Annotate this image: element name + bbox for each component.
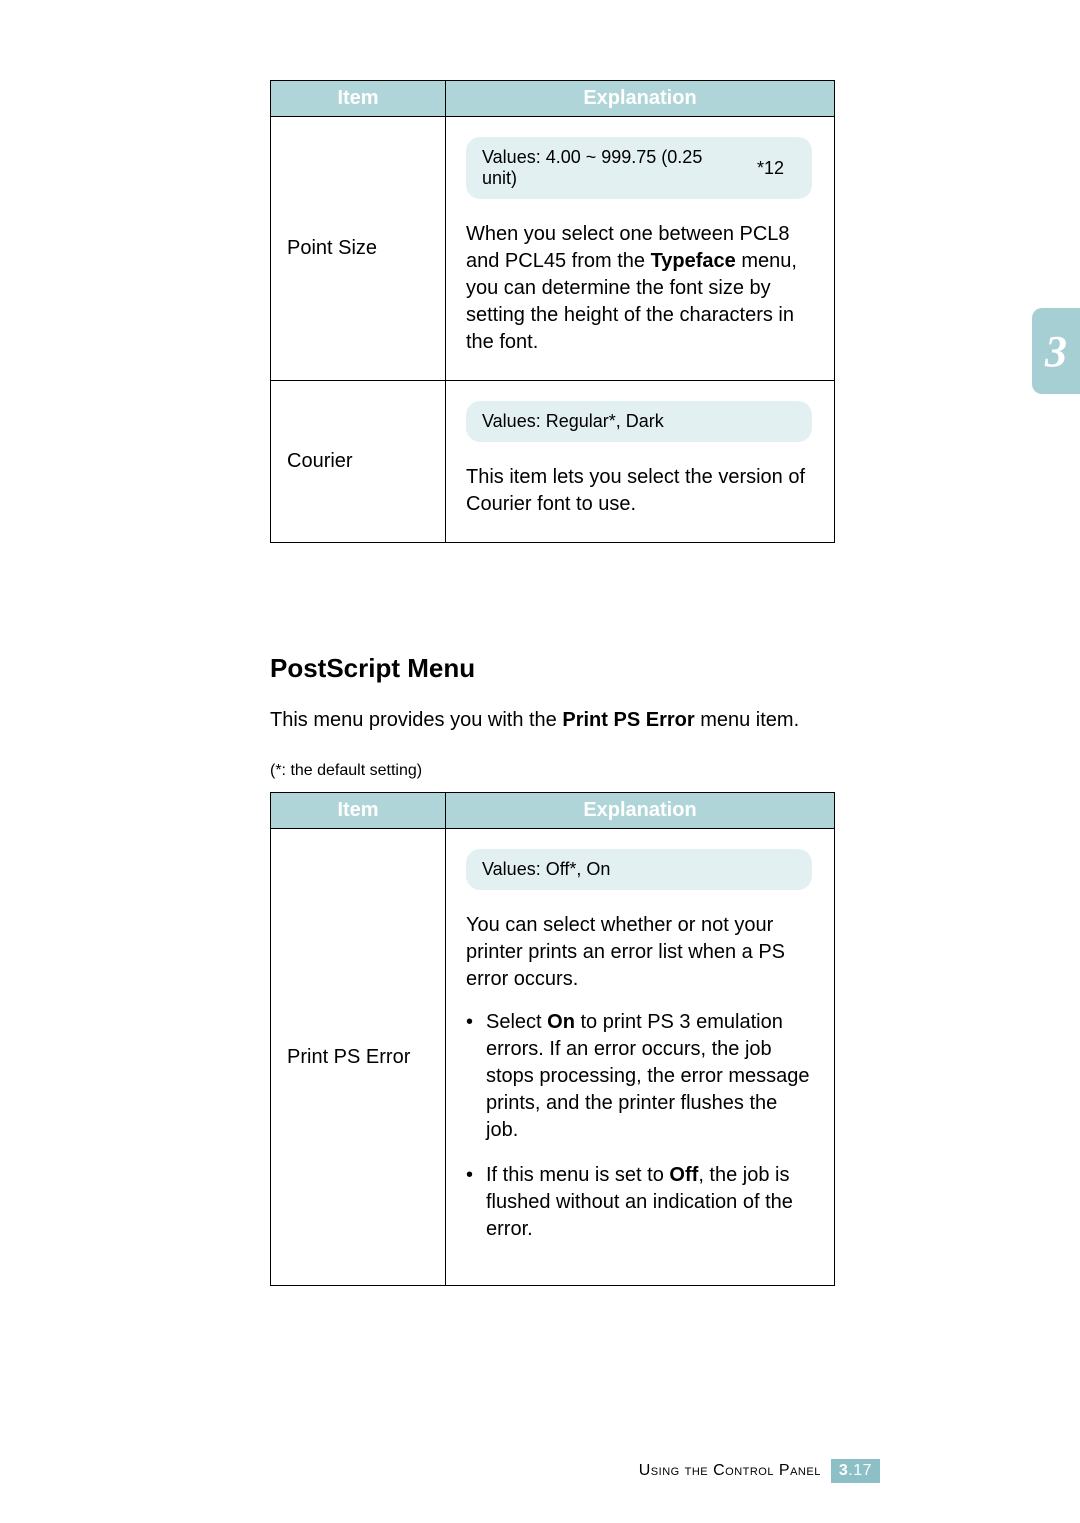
postscript-menu-table: Item Explanation Print PS Error Values: … — [270, 792, 835, 1286]
values-pill: Values: Off*, On — [466, 849, 812, 890]
list-item: If this menu is set to Off, the job is f… — [466, 1162, 812, 1243]
th-item: Item — [271, 793, 446, 829]
pcl-menu-table: Item Explanation Point Size Values: 4.00… — [270, 80, 835, 543]
values-text: Values: 4.00 ~ 999.75 (0.25 unit) — [482, 147, 729, 189]
description: When you select one between PCL8 and PCL… — [466, 221, 812, 356]
list-item: Select On to print PS 3 emulation errors… — [466, 1009, 812, 1144]
explanation-cell: Values: Regular*, Dark This item lets yo… — [446, 381, 835, 543]
item-cell: Courier — [271, 381, 446, 543]
table-row: Courier Values: Regular*, Dark This item… — [271, 381, 835, 543]
item-label: Point Size — [287, 237, 377, 259]
description: You can select whether or not your print… — [466, 912, 812, 993]
explanation-cell: Values: Off*, On You can select whether … — [446, 829, 835, 1286]
chapter-side-tab: 3 — [1032, 308, 1080, 394]
values-text: Values: Off*, On — [482, 859, 610, 880]
description: This item lets you select the version of… — [466, 464, 812, 518]
values-pill: Values: Regular*, Dark — [466, 401, 812, 442]
page-chip: 3.17 — [831, 1459, 880, 1483]
bullet-list: Select On to print PS 3 emulation errors… — [466, 1009, 812, 1243]
th-item: Item — [271, 81, 446, 117]
item-label: Courier — [287, 450, 353, 472]
item-cell: Print PS Error — [271, 829, 446, 1286]
values-text: Values: Regular*, Dark — [482, 411, 664, 432]
section-intro: This menu provides you with the Print PS… — [270, 706, 835, 734]
th-explanation: Explanation — [446, 81, 835, 117]
page-content: Item Explanation Point Size Values: 4.00… — [270, 80, 835, 1286]
table-row: Point Size Values: 4.00 ~ 999.75 (0.25 u… — [271, 117, 835, 381]
th-explanation: Explanation — [446, 793, 835, 829]
explanation-cell: Values: 4.00 ~ 999.75 (0.25 unit) *12 Wh… — [446, 117, 835, 381]
page-footer: Using the Control Panel 3.17 — [639, 1459, 880, 1483]
default-note: (*: the default setting) — [270, 762, 835, 780]
item-cell: Point Size — [271, 117, 446, 381]
values-default: *12 — [757, 158, 796, 179]
chapter-number: 3 — [1045, 326, 1067, 377]
table-row: Print PS Error Values: Off*, On You can … — [271, 829, 835, 1286]
section-heading: PostScript Menu — [270, 653, 835, 684]
values-pill: Values: 4.00 ~ 999.75 (0.25 unit) *12 — [466, 137, 812, 199]
footer-text: Using the Control Panel — [639, 1462, 821, 1480]
item-label: Print PS Error — [287, 1046, 410, 1068]
